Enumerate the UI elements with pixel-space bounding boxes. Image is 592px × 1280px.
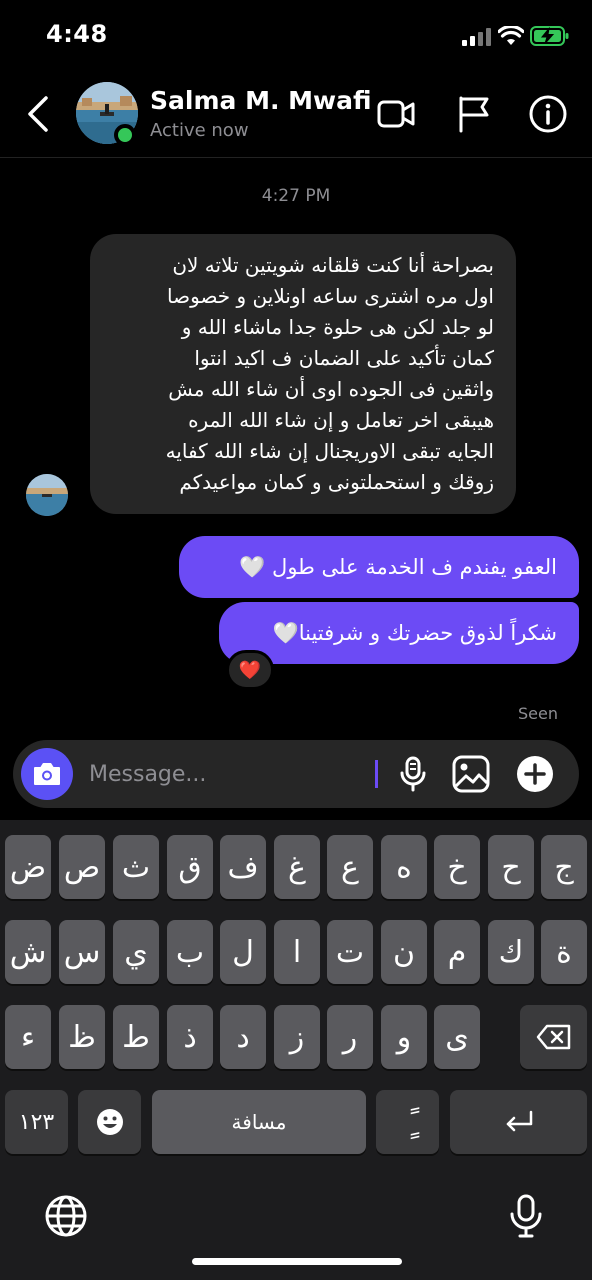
key[interactable]: ث [113,835,159,899]
sender-avatar[interactable] [26,474,68,516]
message-input[interactable] [89,758,369,790]
message-line: لو جلد لكن هى حلوة جدا ماشاء الله و [181,315,494,339]
home-indicator[interactable] [192,1258,402,1265]
outgoing-message-bubble[interactable]: العفو يفندم ف الخدمة على طول 🤍 [179,536,579,598]
status-bar: 4:48 [0,0,592,70]
key[interactable]: خ [434,835,480,899]
plus-icon[interactable] [515,754,555,794]
key[interactable]: ض [5,835,51,899]
key[interactable]: ة [541,920,587,984]
key[interactable]: ص [59,835,105,899]
return-icon [506,1110,532,1132]
chat-header: Salma M. Mwafi Active now [0,70,592,158]
message-text: العفو يفندم ف الخدمة على طول 🤍 [239,554,557,579]
key[interactable]: ي [113,920,159,984]
key[interactable]: ن [381,920,427,984]
incoming-message-bubble[interactable]: بصراحة أنا كنت قلقانه شويتين تلاته لان ا… [90,234,516,514]
return-key[interactable] [450,1090,587,1154]
camera-button[interactable] [21,748,73,800]
contact-name[interactable]: Salma M. Mwafi [150,86,372,115]
emoji-icon [96,1109,123,1135]
key[interactable]: ت [327,920,373,984]
message-composer [13,740,579,808]
gallery-icon[interactable] [451,754,491,794]
contact-active-status: Active now [150,120,249,141]
key[interactable]: ك [488,920,534,984]
key[interactable]: ط [113,1005,159,1069]
cellular-signal-icon [462,28,491,46]
space-key[interactable]: مسافة [152,1090,366,1154]
message-line: هيبقى اخر تعامل و إن شاء الله المره [188,408,494,432]
diacritic-key[interactable]: ًٍ [376,1090,439,1154]
heart-reaction[interactable]: ❤️ [226,650,274,690]
key[interactable]: ظ [59,1005,105,1069]
flag-icon[interactable] [454,94,494,134]
key[interactable]: ه [381,835,427,899]
key[interactable]: ى [434,1005,480,1069]
seen-receipt: Seen [518,704,558,723]
globe-icon[interactable] [42,1192,90,1240]
microphone-icon[interactable] [393,754,433,794]
outgoing-message-bubble[interactable]: شكراً لذوق حضرتك و شرفتينا🤍 [219,602,579,664]
dictation-icon[interactable] [502,1192,550,1240]
backspace-icon [536,1024,570,1050]
video-call-icon[interactable] [376,94,416,134]
keyboard: ض ص ث ق ف غ ع ه خ ح ج ش س ي ب ل ا ت ن م … [0,820,592,1280]
online-status-dot [114,124,136,146]
key[interactable]: م [434,920,480,984]
wifi-icon [498,26,524,45]
backspace-key[interactable] [520,1005,587,1069]
heart-icon: ❤️ [238,659,262,681]
key[interactable]: ق [167,835,213,899]
key[interactable]: ا [274,920,320,984]
key[interactable]: غ [274,835,320,899]
key[interactable]: ع [327,835,373,899]
message-line: زوقك و استحملتونى و كمان مواعيدكم [179,470,494,494]
back-icon[interactable] [24,92,52,136]
text-cursor [375,760,378,788]
camera-icon [34,763,60,785]
key[interactable]: ج [541,835,587,899]
key[interactable]: ذ [167,1005,213,1069]
battery-charging-icon [530,26,569,46]
emoji-key[interactable] [78,1090,141,1154]
key[interactable]: و [381,1005,427,1069]
key[interactable]: ر [327,1005,373,1069]
message-line: واثقين فى الجوده اوى أن شاء الله مش [168,377,494,401]
numbers-key[interactable]: ١٢٣ [5,1090,68,1154]
message-timestamp: 4:27 PM [261,186,331,206]
key[interactable]: ح [488,835,534,899]
key[interactable]: ب [167,920,213,984]
status-time: 4:48 [46,20,108,48]
key[interactable]: س [59,920,105,984]
message-text: شكراً لذوق حضرتك و شرفتينا🤍 [272,620,557,645]
info-icon[interactable] [528,94,568,134]
message-line: اول مره اشترى ساعه اونلاين و خصوصا [167,284,494,308]
key[interactable]: ز [274,1005,320,1069]
key[interactable]: د [220,1005,266,1069]
key[interactable]: ش [5,920,51,984]
key[interactable]: ء [5,1005,51,1069]
message-line: الجايه تبقى الاوريجنال إن شاء الله كفايه [165,439,494,463]
key[interactable]: ف [220,835,266,899]
message-line: كمان تأكيد على الضمان ف اكيد انتوا [194,346,494,370]
message-line: بصراحة أنا كنت قلقانه شويتين تلاته لان [172,253,494,277]
key[interactable]: ل [220,920,266,984]
